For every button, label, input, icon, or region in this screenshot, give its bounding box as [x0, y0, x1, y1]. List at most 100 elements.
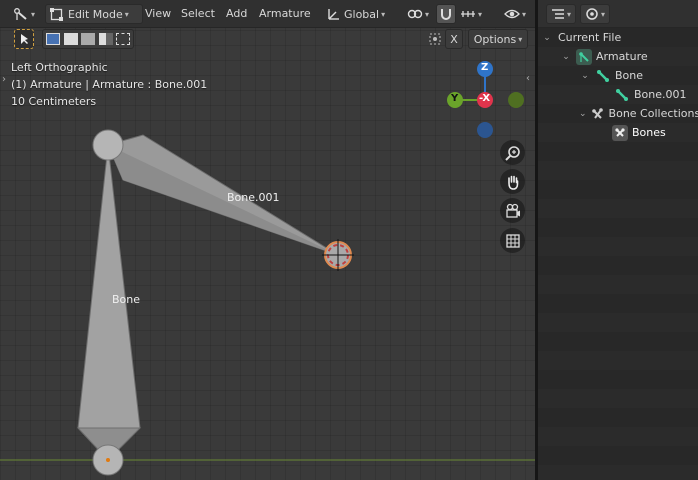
tweak-tool-button[interactable] [14, 29, 34, 49]
row-stripe [538, 427, 698, 446]
outliner-item-label: Bone [615, 69, 644, 82]
xray-bone-button[interactable] [425, 29, 445, 49]
view-name-text: Left Orthographic [11, 61, 108, 74]
menu-armature[interactable]: Armature [259, 7, 311, 20]
hand-icon [507, 175, 518, 190]
editor-type-button[interactable]: ▾ [8, 4, 40, 24]
pivot-point-dropdown[interactable]: ▾ [404, 4, 432, 24]
outliner-item-bones[interactable]: Bones [538, 123, 698, 142]
bone-collection-icon [612, 124, 628, 141]
bone-001[interactable] [107, 134, 339, 256]
bone-001-label: Bone.001 [227, 191, 280, 204]
bone-icon [614, 87, 630, 103]
outliner-item-bone[interactable]: ⌄ Bone [538, 66, 698, 85]
options-label: Options [473, 32, 517, 46]
row-stripe [538, 313, 698, 332]
outliner-editor-type-button[interactable]: ▾ [546, 4, 576, 24]
chevron-down-icon: ▾ [477, 9, 482, 19]
row-stripe [538, 389, 698, 408]
chevron-down-icon: ▾ [124, 9, 129, 19]
chevron-down-icon: ▾ [381, 9, 386, 19]
chevron-down-icon[interactable]: ⌄ [579, 109, 587, 119]
outliner-item-bone-001[interactable]: Bone.001 [538, 85, 698, 104]
display-mode-dropdown[interactable]: ▾ [580, 4, 610, 24]
outliner-icon [551, 9, 564, 19]
chevron-down-icon: ▾ [600, 9, 605, 19]
select-new-icon[interactable] [46, 33, 60, 45]
magnet-icon [441, 8, 451, 20]
mode-dropdown[interactable]: Edit Mode ▾ [45, 4, 143, 24]
snap-toggle[interactable] [436, 4, 456, 24]
chevron-down-icon[interactable]: ⌄ [560, 52, 572, 62]
xray-mirror-label: X [450, 32, 458, 46]
outliner-item-label: Current File [558, 31, 622, 44]
camera-icon [505, 203, 520, 218]
bone-head-joint [92, 129, 124, 161]
transform-orientation-dropdown[interactable]: Global ▾ [326, 4, 398, 24]
3d-viewport[interactable]: Z Y -X Bone.001 Bone Left Orthographic (… [0, 0, 535, 480]
gizmo-z-label: Z [481, 62, 489, 73]
zoom-icon [504, 145, 520, 161]
select-extend-icon[interactable] [63, 33, 78, 45]
sidebar-expand-arrow[interactable]: ‹ [526, 73, 530, 84]
outliner-panel: ▾ ▾ ⌄ Current File ⌄ Armature ⌄ Bone Bon… [538, 0, 698, 480]
row-stripe [538, 275, 698, 294]
edit-mode-icon [50, 7, 63, 21]
menu-add[interactable]: Add [226, 7, 247, 20]
row-stripe [538, 351, 698, 370]
snap-target-dropdown[interactable]: ▾ [458, 4, 484, 24]
cursor-arrow-icon [21, 34, 28, 44]
grid-icon [505, 233, 520, 248]
menu-select[interactable]: Select [181, 7, 215, 20]
select-invert-icon[interactable] [98, 33, 113, 45]
context-text: (1) Armature | Armature : Bone.001 [11, 78, 208, 91]
chevron-down-icon: ▾ [424, 9, 429, 19]
armature-editor-icon [14, 8, 27, 20]
snap-increment-icon [460, 11, 475, 17]
viewport-header: ▾ Edit Mode ▾ View Select Add Armature Gl… [0, 0, 535, 28]
menu-view[interactable]: View [145, 7, 171, 20]
row-stripe [538, 199, 698, 218]
link-icon [407, 9, 423, 19]
outliner-item-bone-collections[interactable]: ⌄ Bone Collections [538, 104, 698, 123]
gizmo-neg-z [477, 122, 493, 138]
chevron-down-icon[interactable]: ⌄ [579, 71, 591, 81]
zoom-button[interactable] [500, 140, 525, 165]
toolbar-expand-arrow[interactable]: › [2, 74, 6, 85]
scale-text: 10 Centimeters [11, 95, 97, 108]
row-stripe [538, 161, 698, 180]
outliner-item-label: Armature [596, 50, 648, 63]
armature-object-icon [576, 48, 592, 65]
origin-dot [106, 458, 110, 462]
mode-label: Edit Mode [68, 7, 123, 21]
filter-scene-icon [586, 8, 598, 20]
orientation-icon [328, 9, 339, 20]
xray-mirror-button[interactable]: X [445, 29, 463, 49]
outliner-item-armature[interactable]: ⌄ Armature [538, 47, 698, 66]
bone-collections-icon [591, 106, 605, 122]
chevron-down-icon: ▾ [518, 34, 523, 44]
bone-label: Bone [112, 293, 141, 306]
select-subtract-icon[interactable] [81, 33, 95, 45]
perspective-toggle-button[interactable] [500, 228, 525, 253]
row-stripe [538, 237, 698, 256]
gizmo-y-label: Y [451, 93, 459, 104]
select-intersect-icon[interactable] [116, 33, 130, 45]
outliner-item-label: Bone.001 [634, 88, 687, 101]
outliner-item-current-file[interactable]: ⌄ Current File [538, 28, 698, 47]
chevron-down-icon: ▾ [521, 9, 526, 19]
row-stripe [538, 465, 698, 480]
pan-button[interactable] [500, 169, 525, 194]
visibility-dropdown[interactable]: ▾ [500, 4, 530, 24]
xray-icon [429, 33, 441, 45]
options-dropdown[interactable]: Options ▾ [468, 29, 528, 49]
select-mode-group[interactable] [42, 29, 134, 49]
eye-icon [504, 9, 520, 19]
chevron-down-icon[interactable]: ⌄ [541, 33, 553, 43]
selected-tip-cursor[interactable] [322, 239, 354, 271]
gizmo-neg-y [508, 92, 524, 108]
camera-view-button[interactable] [500, 198, 525, 223]
outliner-item-label: Bones [632, 126, 666, 139]
bone-icon [595, 68, 611, 84]
chevron-down-icon: ▾ [566, 9, 571, 19]
